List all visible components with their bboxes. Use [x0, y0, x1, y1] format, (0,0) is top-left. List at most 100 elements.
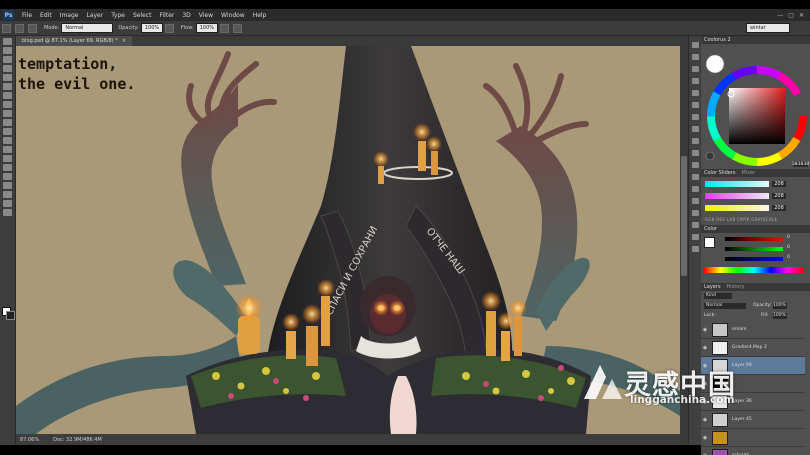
brush-panel-icon[interactable]: [28, 23, 37, 33]
color-wheel[interactable]: [701, 44, 810, 169]
crop-tool-icon[interactable]: [3, 74, 12, 81]
adjustments-panel-icon[interactable]: [691, 162, 699, 168]
navigator-panel-icon[interactable]: [691, 126, 699, 132]
gradient-tool-icon[interactable]: [3, 137, 12, 144]
notes-panel-icon[interactable]: [691, 222, 699, 228]
slider-yellow[interactable]: [705, 205, 769, 211]
paragraph-panel-icon[interactable]: [691, 78, 699, 84]
airbrush-icon[interactable]: [219, 23, 229, 33]
layer-name[interactable]: ornam: [732, 327, 747, 332]
menu-edit[interactable]: Edit: [36, 12, 56, 19]
menu-select[interactable]: Select: [129, 12, 156, 19]
zoom-level[interactable]: 87.06%: [20, 437, 39, 443]
mixer-tab[interactable]: Mixer: [742, 170, 756, 176]
actions-panel-icon[interactable]: [691, 54, 699, 60]
eraser-tool-icon[interactable]: [3, 128, 12, 135]
background-color-swatch[interactable]: [6, 311, 15, 320]
opacity-field[interactable]: 100%: [140, 23, 163, 33]
color-panel-fg-swatch[interactable]: [704, 237, 715, 248]
layer-name[interactable]: Layer 45: [732, 417, 752, 422]
tool-presets-icon[interactable]: [691, 114, 699, 120]
menu-image[interactable]: Image: [56, 12, 83, 19]
character-panel-icon[interactable]: [691, 66, 699, 72]
color-g-slider[interactable]: [725, 247, 783, 251]
history-tab[interactable]: History: [727, 284, 745, 290]
menu-file[interactable]: File: [18, 12, 36, 19]
blur-tool-icon[interactable]: [3, 146, 12, 153]
layer-filter-kind[interactable]: Kind: [704, 293, 732, 299]
scrollbar-thumb[interactable]: [681, 156, 687, 276]
lasso-tool-icon[interactable]: [3, 56, 12, 63]
color-r-value[interactable]: 0: [787, 235, 790, 240]
slider-cyan[interactable]: [705, 181, 769, 187]
brush-panel-icon[interactable]: [691, 90, 699, 96]
menu-layer[interactable]: Layer: [82, 12, 107, 19]
pressure-opacity-icon[interactable]: [164, 23, 174, 33]
menu-3d[interactable]: 3D: [178, 12, 194, 19]
mode-select[interactable]: Normal: [61, 23, 114, 33]
pressure-size-icon[interactable]: [232, 23, 242, 33]
brush-tool-icon[interactable]: [3, 101, 12, 108]
brush-tool-icon[interactable]: [2, 23, 11, 33]
visibility-eye-icon[interactable]: ◉: [701, 327, 709, 333]
healing-tool-icon[interactable]: [3, 92, 12, 99]
path-select-tool-icon[interactable]: [3, 182, 12, 189]
3d-panel-icon[interactable]: [691, 246, 699, 252]
slider-mode-tabs[interactable]: RGB HSV LAB CMYK GRAYSCALE: [705, 217, 777, 222]
layer-row[interactable]: ◉ sch-sim: [701, 447, 805, 455]
close-tab-icon[interactable]: ×: [122, 38, 126, 44]
history-brush-tool-icon[interactable]: [3, 119, 12, 126]
layer-blend-mode[interactable]: Normal: [704, 303, 746, 309]
clone-source-panel-icon[interactable]: [691, 102, 699, 108]
menu-filter[interactable]: Filter: [156, 12, 179, 19]
menu-help[interactable]: Help: [249, 12, 271, 19]
visibility-eye-icon[interactable]: ◉: [701, 435, 709, 441]
layer-row[interactable]: ◉ Layer 45: [701, 411, 805, 429]
color-sliders-tab[interactable]: Color Sliders: [704, 170, 736, 176]
hand-tool-icon[interactable]: [3, 200, 12, 207]
workspace-select[interactable]: wintar: [746, 23, 790, 33]
hex-field[interactable]: 383838: [792, 161, 809, 167]
maximize-button[interactable]: ▢: [788, 12, 794, 19]
slider-magenta-value[interactable]: 208: [772, 193, 786, 199]
slider-yellow-value[interactable]: 208: [772, 205, 786, 211]
menu-view[interactable]: View: [195, 12, 217, 19]
eyedropper-tool-icon[interactable]: [3, 83, 12, 90]
zoom-tool-icon[interactable]: [3, 209, 12, 216]
flow-field[interactable]: 100%: [195, 23, 218, 33]
fill-field[interactable]: 100%: [773, 313, 787, 319]
layer-opacity-field[interactable]: 100%: [773, 303, 787, 309]
minimize-button[interactable]: —: [777, 12, 783, 19]
color-g-value[interactable]: 0: [787, 245, 790, 250]
styles-panel-icon[interactable]: [691, 174, 699, 180]
coolorus-title[interactable]: Coolorus 2: [704, 37, 731, 43]
menu-type[interactable]: Type: [107, 12, 129, 19]
paths-panel-icon[interactable]: [691, 198, 699, 204]
layer-row[interactable]: ◉ ornam: [701, 321, 805, 339]
timeline-panel-icon[interactable]: [691, 234, 699, 240]
color-b-value[interactable]: 0: [787, 255, 790, 260]
layer-row[interactable]: ◉: [701, 429, 805, 447]
color-panel-title[interactable]: Color: [704, 226, 717, 232]
stamp-tool-icon[interactable]: [3, 110, 12, 117]
quick-select-tool-icon[interactable]: [3, 65, 12, 72]
visibility-eye-icon[interactable]: ◉: [701, 345, 709, 351]
histogram-panel-icon[interactable]: [691, 150, 699, 156]
color-spectrum-bar[interactable]: [704, 267, 804, 273]
type-tool-icon[interactable]: [3, 173, 12, 180]
color-r-slider[interactable]: [725, 237, 783, 241]
brush-preset-icon[interactable]: [15, 23, 24, 33]
layers-tab[interactable]: Layers: [704, 284, 721, 290]
layer-row[interactable]: ◉ Gradient Map 2: [701, 339, 805, 357]
document-tab[interactable]: blog.psd @ 87.1% (Layer 69, RGB/8) * ×: [16, 36, 132, 46]
slider-magenta[interactable]: [705, 193, 769, 199]
visibility-eye-icon[interactable]: ◉: [701, 417, 709, 423]
menu-window[interactable]: Window: [217, 12, 249, 19]
move-tool-icon[interactable]: [3, 38, 12, 45]
swatches-panel-icon[interactable]: [691, 186, 699, 192]
dodge-tool-icon[interactable]: [3, 155, 12, 162]
channels-panel-icon[interactable]: [691, 210, 699, 216]
info-panel-icon[interactable]: [691, 138, 699, 144]
close-button[interactable]: ✕: [799, 12, 804, 19]
layer-name[interactable]: Gradient Map 2: [732, 345, 767, 350]
